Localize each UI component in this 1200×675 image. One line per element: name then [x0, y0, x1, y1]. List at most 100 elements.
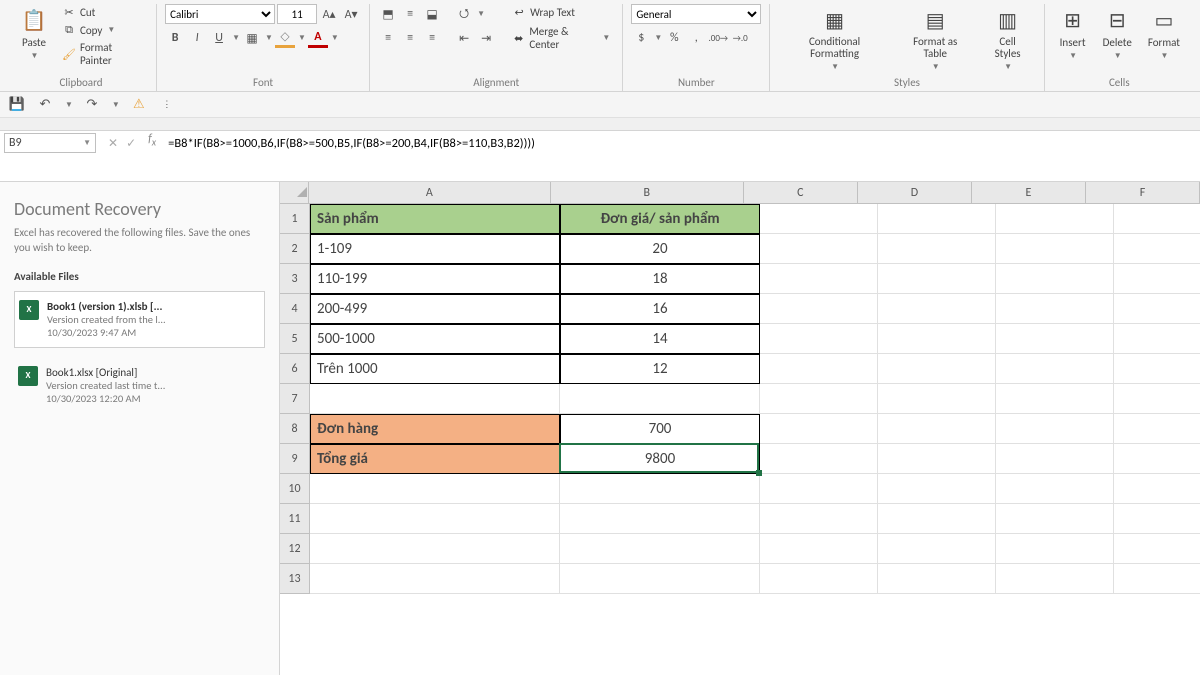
align-top-button[interactable]: ⬒ — [378, 4, 398, 24]
align-right-button[interactable]: ≡ — [422, 28, 442, 48]
cell[interactable] — [760, 294, 878, 324]
format-as-table-button[interactable]: ▤Format as Table▼ — [895, 4, 976, 74]
column-header[interactable]: B — [551, 182, 744, 203]
cell[interactable] — [996, 264, 1114, 294]
cell[interactable] — [878, 204, 996, 234]
cell[interactable] — [310, 474, 560, 504]
name-box[interactable]: B9▼ — [4, 133, 96, 153]
cell[interactable] — [996, 564, 1114, 594]
formula-input[interactable] — [162, 132, 1200, 154]
fx-icon[interactable]: fx — [142, 132, 162, 148]
decrease-indent-button[interactable]: ⇤ — [454, 28, 474, 48]
decrease-decimal-button[interactable]: →.0 — [730, 28, 750, 48]
format-cells-button[interactable]: ▭Format▼ — [1142, 4, 1186, 63]
column-header[interactable]: E — [972, 182, 1086, 203]
cell[interactable]: 18 — [560, 264, 760, 294]
cell[interactable] — [878, 384, 996, 414]
cell[interactable] — [878, 444, 996, 474]
cell[interactable] — [878, 264, 996, 294]
row-header[interactable]: 4 — [280, 294, 310, 324]
cell[interactable] — [1114, 294, 1200, 324]
cell[interactable] — [996, 204, 1114, 234]
warning-icon[interactable]: ⚠ — [130, 96, 148, 114]
recovery-item[interactable]: X Book1.xlsx [Original] Version created … — [14, 358, 265, 413]
increase-indent-button[interactable]: ⇥ — [476, 28, 496, 48]
bold-button[interactable]: B — [165, 28, 185, 48]
cell[interactable] — [310, 384, 560, 414]
paste-button[interactable]: 📋 Paste ▼ — [14, 4, 54, 63]
italic-button[interactable]: I — [187, 28, 207, 48]
cell[interactable] — [996, 444, 1114, 474]
cell[interactable] — [1114, 474, 1200, 504]
cell[interactable] — [996, 354, 1114, 384]
save-button[interactable]: 💾 — [8, 96, 26, 114]
cell[interactable] — [1114, 504, 1200, 534]
cell[interactable]: 110-199 — [310, 264, 560, 294]
row-header[interactable]: 11 — [280, 504, 310, 534]
cell[interactable] — [996, 234, 1114, 264]
undo-button[interactable]: ↶ — [36, 96, 54, 114]
wrap-text-button[interactable]: ↩Wrap Text — [508, 4, 614, 20]
cell[interactable]: 700 — [560, 414, 760, 444]
font-size-input[interactable] — [277, 4, 317, 24]
cell[interactable]: Trên 1000 — [310, 354, 560, 384]
recovery-item[interactable]: X Book1 (version 1).xlsb [... Version cr… — [14, 291, 265, 348]
cell[interactable] — [760, 414, 878, 444]
cell[interactable] — [996, 474, 1114, 504]
cell[interactable]: 9800 — [560, 444, 760, 474]
column-header[interactable]: D — [858, 182, 972, 203]
cell[interactable]: 12 — [560, 354, 760, 384]
cell[interactable]: Đơn giá/ sản phẩm — [560, 204, 760, 234]
cell[interactable] — [560, 504, 760, 534]
cell[interactable] — [760, 504, 878, 534]
column-header[interactable]: A — [309, 182, 551, 203]
cell[interactable] — [760, 264, 878, 294]
cell[interactable] — [1114, 234, 1200, 264]
align-bottom-button[interactable]: ⬓ — [422, 4, 442, 24]
cell[interactable] — [760, 564, 878, 594]
cell[interactable] — [878, 354, 996, 384]
cell[interactable]: 500-1000 — [310, 324, 560, 354]
cell[interactable] — [1114, 414, 1200, 444]
redo-button[interactable]: ↷ — [83, 96, 101, 114]
cell[interactable] — [760, 444, 878, 474]
insert-cells-button[interactable]: ⊞Insert▼ — [1053, 4, 1093, 63]
cell[interactable] — [996, 414, 1114, 444]
cell[interactable]: 16 — [560, 294, 760, 324]
cell[interactable] — [760, 384, 878, 414]
cell[interactable] — [1114, 444, 1200, 474]
cell[interactable] — [310, 564, 560, 594]
cell[interactable] — [878, 504, 996, 534]
fill-color-button[interactable]: ◇ — [275, 28, 295, 48]
cell[interactable] — [760, 474, 878, 504]
cell[interactable] — [1114, 534, 1200, 564]
cell[interactable] — [760, 234, 878, 264]
currency-button[interactable]: $ — [631, 28, 651, 48]
cell[interactable] — [878, 564, 996, 594]
row-header[interactable]: 13 — [280, 564, 310, 594]
cell[interactable] — [878, 234, 996, 264]
cell[interactable] — [996, 324, 1114, 354]
copy-button[interactable]: ⧉Copy▼ — [58, 22, 148, 38]
cell[interactable] — [1114, 564, 1200, 594]
cell[interactable] — [878, 324, 996, 354]
cell-styles-button[interactable]: ▥Cell Styles▼ — [980, 4, 1036, 74]
cell[interactable] — [560, 384, 760, 414]
cell[interactable] — [560, 564, 760, 594]
cell[interactable]: 200-499 — [310, 294, 560, 324]
cell[interactable] — [878, 474, 996, 504]
cell[interactable] — [878, 294, 996, 324]
cell[interactable]: 14 — [560, 324, 760, 354]
cell[interactable] — [996, 384, 1114, 414]
font-name-select[interactable]: Calibri — [165, 4, 275, 24]
row-header[interactable]: 12 — [280, 534, 310, 564]
row-header[interactable]: 2 — [280, 234, 310, 264]
comma-button[interactable]: , — [686, 28, 706, 48]
cell[interactable] — [1114, 204, 1200, 234]
cell[interactable] — [310, 534, 560, 564]
number-format-select[interactable]: General — [631, 4, 761, 24]
row-header[interactable]: 3 — [280, 264, 310, 294]
cell[interactable]: Tổng giá — [310, 444, 560, 474]
row-header[interactable]: 7 — [280, 384, 310, 414]
cell[interactable] — [996, 294, 1114, 324]
